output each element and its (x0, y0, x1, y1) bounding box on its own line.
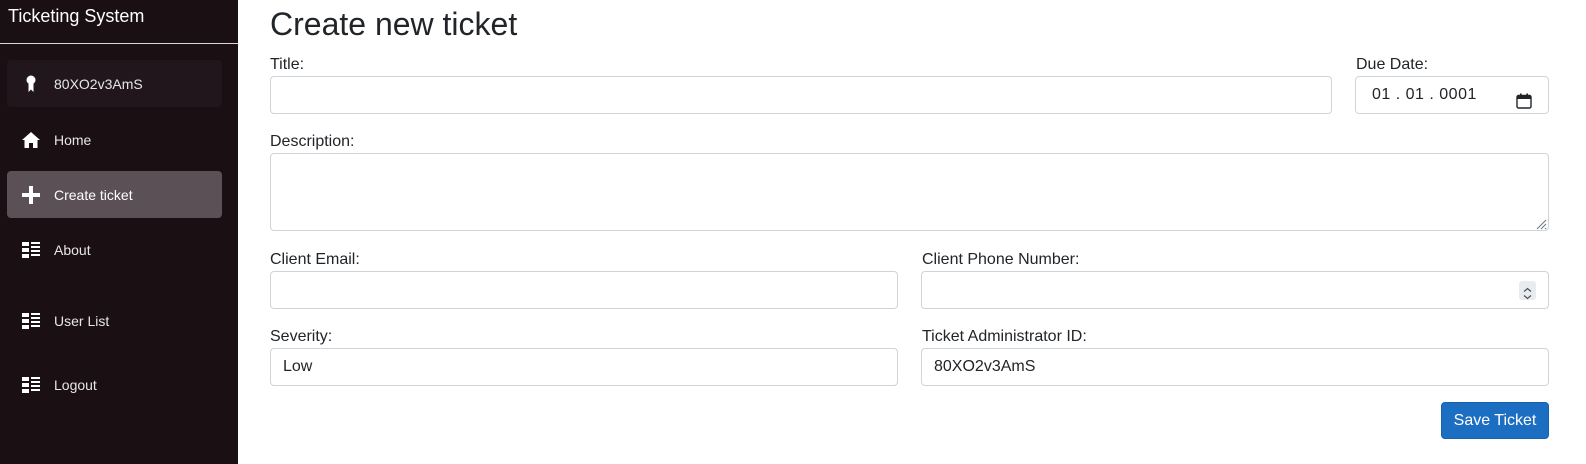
number-spinner-icon[interactable] (1519, 281, 1536, 300)
title-label: Title: (270, 56, 305, 73)
calendar-icon[interactable] (1516, 87, 1532, 109)
admin-id-label: Ticket Administrator ID: (922, 328, 1087, 345)
sidebar-item-label: Logout (54, 376, 97, 393)
list-icon (21, 240, 41, 260)
sidebar: Ticketing System 80XO2v3AmS Home Create … (0, 0, 238, 464)
client-email-label: Client Email: (270, 251, 360, 268)
sidebar-item-user-list[interactable]: User List (7, 297, 222, 344)
sidebar-item-label: Create ticket (54, 186, 133, 203)
description-textarea[interactable] (270, 153, 1549, 231)
title-input[interactable] (270, 76, 1332, 114)
plus-icon (21, 185, 41, 205)
resize-handle-icon[interactable] (1535, 217, 1547, 230)
save-ticket-button[interactable]: Save Ticket (1441, 402, 1549, 439)
sidebar-item-create-ticket[interactable]: Create ticket (7, 171, 222, 218)
sidebar-item-home[interactable]: Home (7, 116, 222, 163)
home-icon (21, 130, 41, 150)
due-date-value: 01 . 01 . 0001 (1372, 86, 1477, 103)
client-phone-label: Client Phone Number: (922, 251, 1080, 268)
sidebar-item-label: User List (54, 312, 110, 329)
sidebar-item-logout[interactable]: Logout (7, 361, 222, 408)
sidebar-user[interactable]: 80XO2v3AmS (7, 60, 222, 107)
client-phone-input[interactable] (921, 271, 1549, 309)
sidebar-user-label: 80XO2v3AmS (54, 75, 143, 92)
due-date-label: Due Date: (1356, 56, 1429, 73)
severity-input[interactable]: Low (270, 348, 898, 386)
award-icon (21, 74, 41, 94)
sidebar-item-about[interactable]: About (7, 226, 222, 273)
severity-label: Severity: (270, 328, 333, 345)
description-label: Description: (270, 133, 355, 150)
page-title: Create new ticket (270, 6, 518, 42)
list-icon (21, 375, 41, 395)
admin-id-input[interactable]: 80XO2v3AmS (921, 348, 1549, 386)
list-icon (21, 311, 41, 331)
sidebar-item-label: Home (54, 131, 92, 148)
brand-header: Ticketing System (0, 0, 238, 44)
due-date-input[interactable]: 01 . 01 . 0001 (1355, 76, 1549, 114)
sidebar-item-label: About (54, 241, 91, 258)
app-title[interactable]: Ticketing System (8, 6, 144, 27)
client-email-input[interactable] (270, 271, 898, 309)
